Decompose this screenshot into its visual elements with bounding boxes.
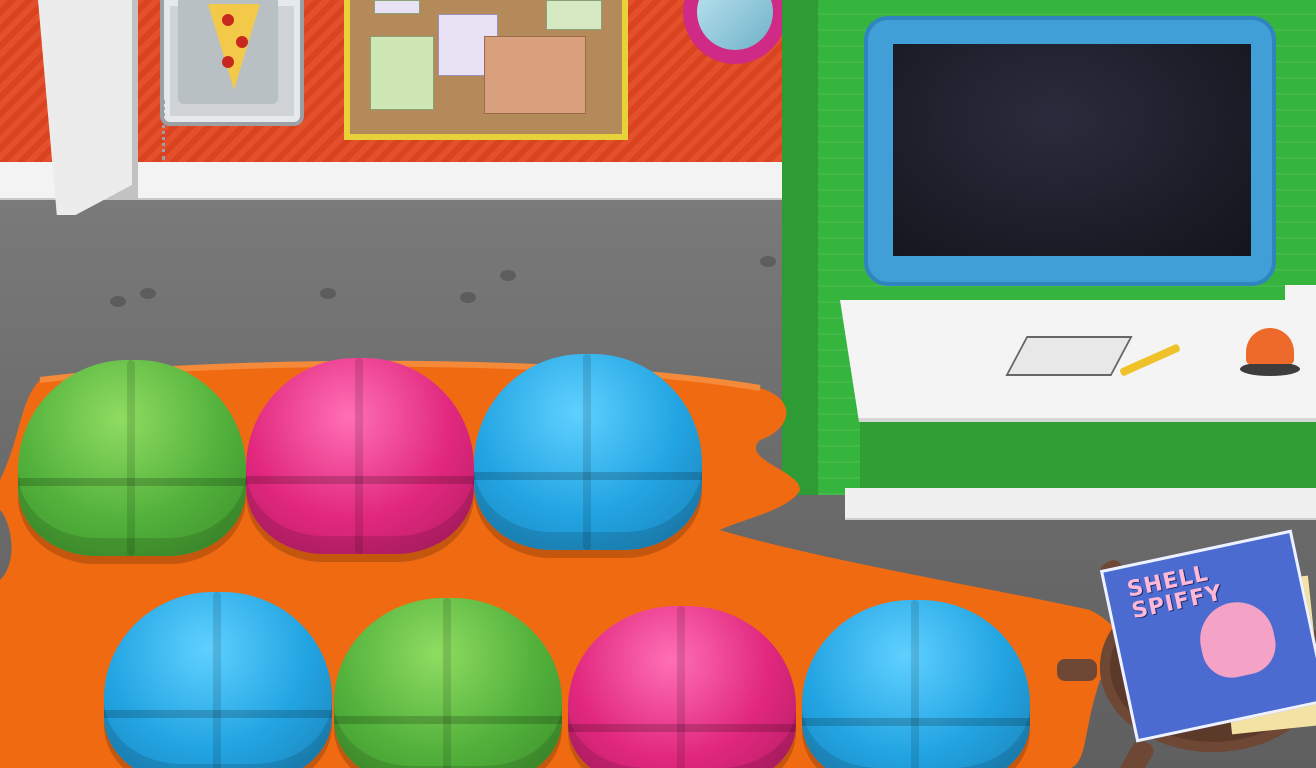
tv-screen[interactable] xyxy=(893,44,1251,256)
bell-base xyxy=(1240,362,1300,376)
chain xyxy=(162,100,187,160)
note-top-right xyxy=(546,0,602,30)
wheel-spoke xyxy=(1057,659,1097,681)
case-glass xyxy=(178,0,278,104)
paw-print xyxy=(110,296,126,307)
porthole-glass xyxy=(697,0,773,50)
wanted-poster xyxy=(484,36,586,114)
waiting-room-scene: SHELL SPIFFY xyxy=(0,0,1316,768)
service-bell-icon[interactable] xyxy=(1240,322,1300,378)
paw-print xyxy=(140,288,156,299)
drawing-note-anglerfish xyxy=(370,36,434,110)
pizza-slice-icon xyxy=(208,4,260,90)
pepperoni xyxy=(236,36,248,48)
paw-print xyxy=(320,288,336,299)
paw-print xyxy=(500,270,516,281)
pepperoni xyxy=(222,56,234,68)
beanbag-pink-1[interactable] xyxy=(246,358,474,554)
bell-dome xyxy=(1246,328,1294,364)
note-top-left xyxy=(374,0,420,14)
beanbag-green-1[interactable] xyxy=(18,360,246,556)
pepperoni xyxy=(222,14,234,26)
corkboard[interactable] xyxy=(344,0,628,140)
beanbag-blue-1[interactable] xyxy=(474,354,702,550)
paw-print xyxy=(760,256,776,267)
paw-print xyxy=(460,292,476,303)
